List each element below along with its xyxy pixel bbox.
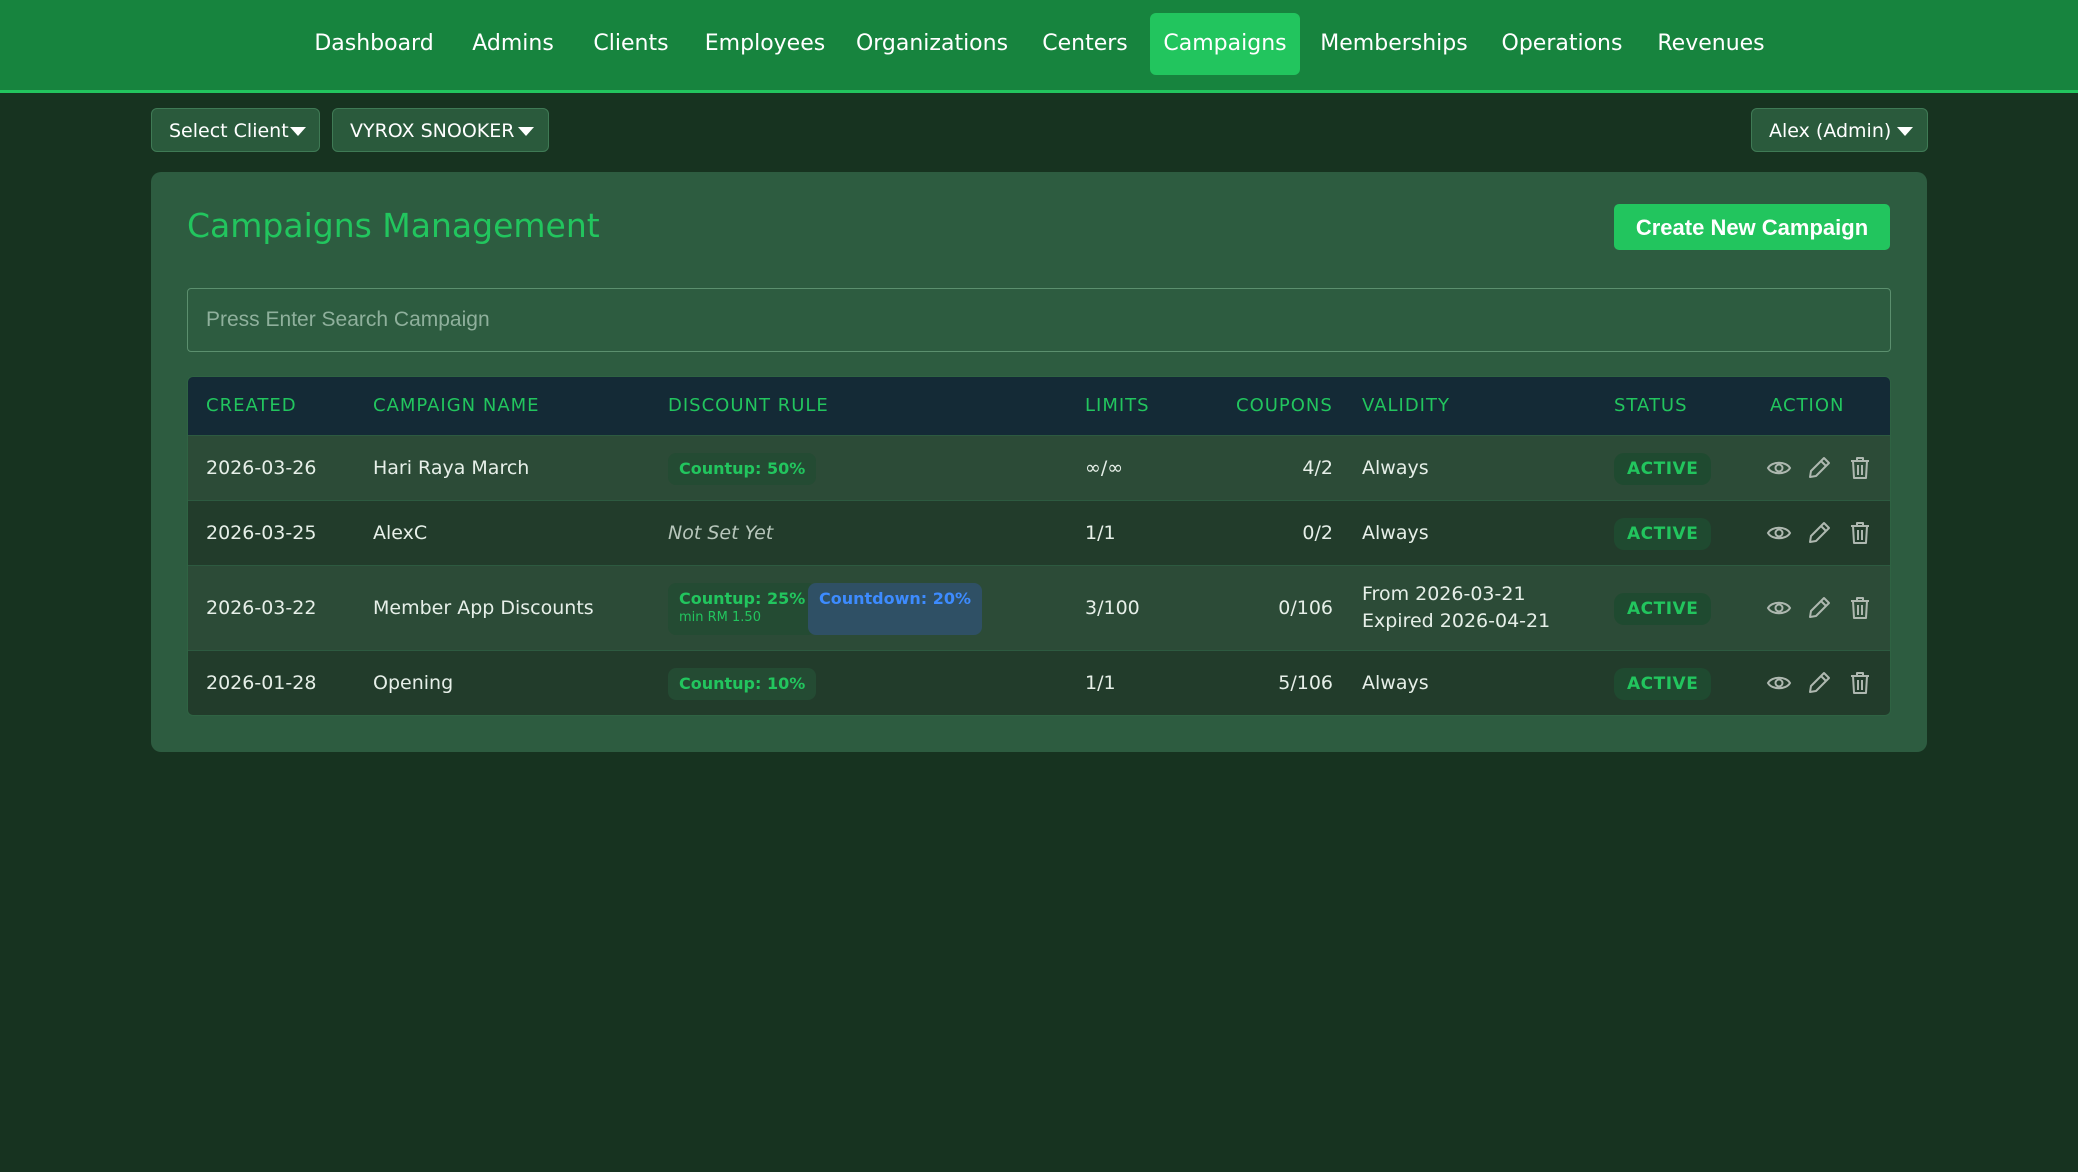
eye-icon[interactable] <box>1766 595 1792 621</box>
status-badge: ACTIVE <box>1614 518 1712 550</box>
discount-pill: Countup: 25% min RM 1.50 <box>668 583 817 635</box>
cell-created: 2026-01-28 <box>206 672 317 694</box>
eye-icon[interactable] <box>1766 520 1792 546</box>
status-badge: ACTIVE <box>1614 593 1712 625</box>
discount-pill-min: min RM 1.50 <box>679 610 761 625</box>
nav-employees[interactable]: Employees <box>700 13 830 75</box>
discount-pill-label: Countup: 25% <box>679 589 806 608</box>
cell-validity: Always <box>1362 457 1429 479</box>
cell-coupons: 4/2 <box>1302 457 1333 479</box>
cell-coupons: 0/2 <box>1302 522 1333 544</box>
search-input[interactable] <box>187 288 1891 352</box>
user-menu-label: Alex (Admin) <box>1769 120 1892 142</box>
cell-coupons: 5/106 <box>1278 672 1333 694</box>
header-coupons[interactable]: COUPONS <box>1236 377 1333 435</box>
table-row: 2026-03-25 AlexC Not Set Yet 1/1 0/2 Alw… <box>188 500 1890 565</box>
user-menu[interactable]: Alex (Admin) <box>1751 108 1928 152</box>
cell-discount-rule-empty: Not Set Yet <box>668 522 774 544</box>
cell-created: 2026-03-22 <box>206 597 317 619</box>
trash-icon[interactable] <box>1847 670 1873 696</box>
status-badge: ACTIVE <box>1614 668 1712 700</box>
discount-pill: Countup: 50% <box>668 453 817 485</box>
cell-limits: 1/1 <box>1085 522 1116 544</box>
caret-down-icon <box>290 127 306 136</box>
page-title: Campaigns Management <box>187 206 600 245</box>
pencil-icon[interactable] <box>1806 520 1832 546</box>
cell-validity: Always <box>1362 522 1429 544</box>
discount-pill-countdown: Countdown: 20% <box>808 583 983 635</box>
cell-campaign-name: AlexC <box>373 522 428 544</box>
header-campaign-name[interactable]: CAMPAIGN NAME <box>373 377 540 435</box>
header-validity[interactable]: VALIDITY <box>1362 377 1450 435</box>
center-select-label: VYROX SNOOKER <box>350 120 515 142</box>
trash-icon[interactable] <box>1847 595 1873 621</box>
nav-dashboard[interactable]: Dashboard <box>300 13 448 75</box>
header-limits[interactable]: LIMITS <box>1085 377 1150 435</box>
cell-campaign-name: Member App Discounts <box>373 597 594 619</box>
caret-down-icon <box>518 127 534 136</box>
create-campaign-button[interactable]: Create New Campaign <box>1614 204 1890 250</box>
discount-pill: Countup: 10% <box>668 668 817 700</box>
cell-campaign-name: Opening <box>373 672 454 694</box>
header-created[interactable]: CREATED <box>206 377 297 435</box>
nav-centers[interactable]: Centers <box>1034 13 1136 75</box>
cell-created: 2026-03-25 <box>206 522 317 544</box>
cell-limits: 1/1 <box>1085 672 1116 694</box>
nav-admins[interactable]: Admins <box>462 13 564 75</box>
table-row: 2026-01-28 Opening Countup: 10% 1/1 5/10… <box>188 650 1890 715</box>
caret-down-icon <box>1897 127 1913 136</box>
table-row: 2026-03-22 Member App Discounts Countup:… <box>188 565 1890 650</box>
status-badge: ACTIVE <box>1614 453 1712 485</box>
nav-revenues[interactable]: Revenues <box>1652 13 1770 75</box>
nav-memberships[interactable]: Memberships <box>1316 13 1472 75</box>
table-row: 2026-03-26 Hari Raya March Countup: 50% … <box>188 435 1890 500</box>
header-status[interactable]: STATUS <box>1614 377 1688 435</box>
pencil-icon[interactable] <box>1806 670 1832 696</box>
cell-campaign-name: Hari Raya March <box>373 457 530 479</box>
cell-created: 2026-03-26 <box>206 457 317 479</box>
nav-clients[interactable]: Clients <box>586 13 676 75</box>
eye-icon[interactable] <box>1766 455 1792 481</box>
campaigns-panel: Campaigns Management Create New Campaign… <box>151 172 1927 752</box>
nav-organizations[interactable]: Organizations <box>852 13 1012 75</box>
campaigns-table: CREATED CAMPAIGN NAME DISCOUNT RULE LIMI… <box>187 376 1891 716</box>
client-select[interactable]: Select Client <box>151 108 320 152</box>
trash-icon[interactable] <box>1847 520 1873 546</box>
cell-validity-expired: Expired 2026-04-21 <box>1362 610 1551 632</box>
client-select-label: Select Client <box>169 120 289 142</box>
pencil-icon[interactable] <box>1806 455 1832 481</box>
table-header: CREATED CAMPAIGN NAME DISCOUNT RULE LIMI… <box>188 377 1890 435</box>
cell-limits: 3/100 <box>1085 597 1140 619</box>
header-discount-rule[interactable]: DISCOUNT RULE <box>668 377 829 435</box>
nav-operations[interactable]: Operations <box>1494 13 1630 75</box>
pencil-icon[interactable] <box>1806 595 1832 621</box>
eye-icon[interactable] <box>1766 670 1792 696</box>
top-nav: Dashboard Admins Clients Employees Organ… <box>0 0 2078 93</box>
trash-icon[interactable] <box>1847 455 1873 481</box>
center-select[interactable]: VYROX SNOOKER <box>332 108 549 152</box>
cell-validity-from: From 2026-03-21 <box>1362 583 1526 605</box>
header-action: ACTION <box>1770 395 1845 416</box>
nav-campaigns[interactable]: Campaigns <box>1150 13 1300 75</box>
cell-coupons: 0/106 <box>1278 597 1333 619</box>
cell-validity: Always <box>1362 672 1429 694</box>
cell-limits: ∞/∞ <box>1085 457 1124 479</box>
